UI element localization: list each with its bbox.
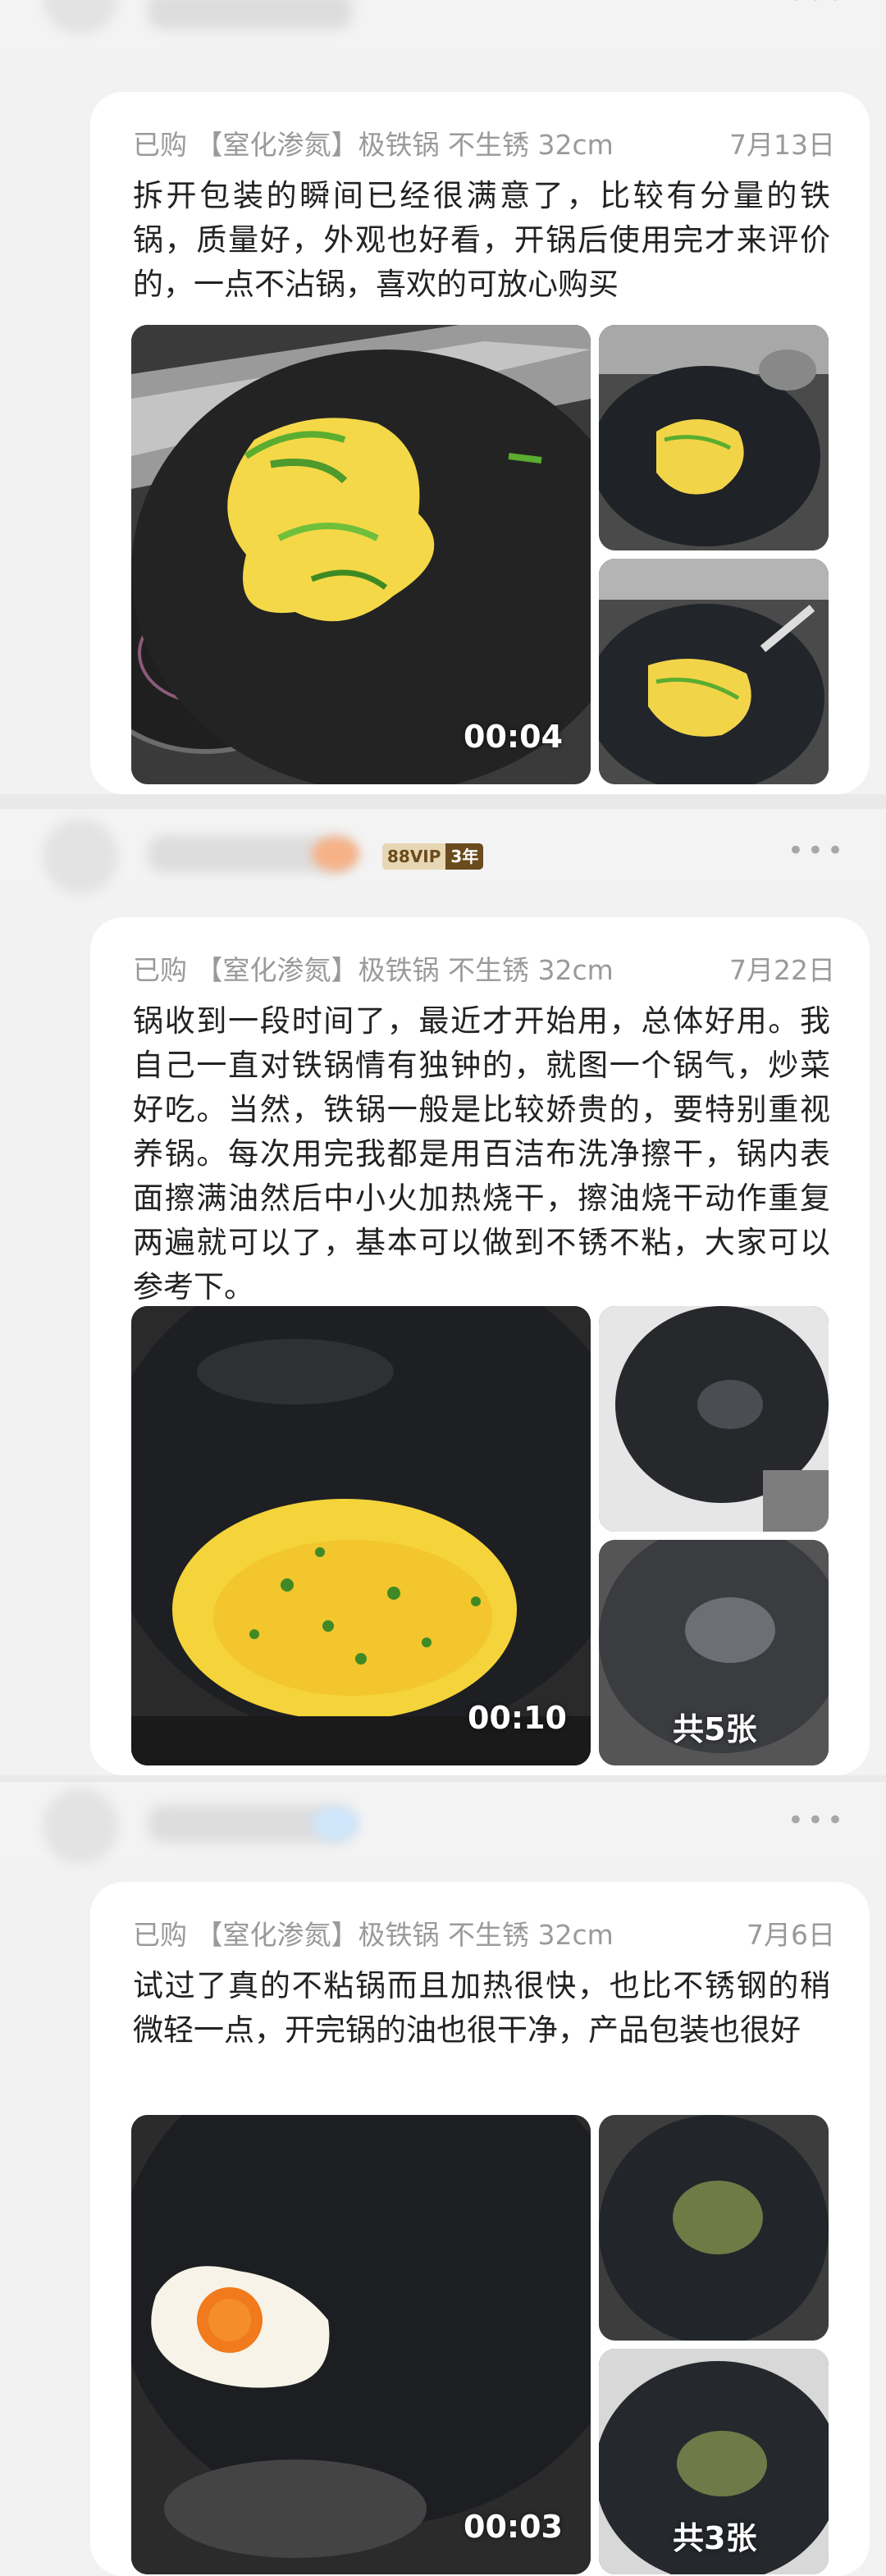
avatar[interactable] (43, 819, 118, 894)
review-photo[interactable] (599, 1306, 829, 1532)
vip-years: 3年 (445, 843, 484, 870)
review-date: 7月22日 (729, 954, 835, 986)
review-photo[interactable]: 共5张 (599, 1540, 829, 1765)
reviewer-header: ••• (0, 1782, 886, 1864)
username-blurred (148, 0, 353, 30)
review-photo[interactable] (599, 559, 829, 784)
review-date: 7月13日 (729, 129, 835, 161)
purchase-info: 已购 【窒化渗氮】极铁锅 不生锈 32cm 7月6日 (133, 1916, 835, 1954)
review-date: 7月6日 (747, 1919, 835, 1951)
omelette-image (131, 1306, 591, 1765)
review-card: 已购 【窒化渗氮】极铁锅 不生锈 32cm 7月13日 拆开包装的瞬间已经很满意… (90, 92, 870, 794)
review-text: 拆开包装的瞬间已经很满意了，比较有分量的铁锅，质量好，外观也好看，开锅后使用完才… (133, 178, 830, 302)
section-divider (0, 794, 886, 809)
review-text: 试过了真的不粘锅而且加热很快，也比不锈钢的稍微轻一点，开完锅的油也很干净，产品包… (133, 1968, 830, 2048)
purchase-info: 已购 【窒化渗氮】极铁锅 不生锈 32cm 7月22日 (133, 952, 835, 989)
wok-photo (599, 1306, 829, 1532)
level-icon (312, 1806, 359, 1841)
video-duration: 00:10 (468, 1700, 567, 1736)
review-photo[interactable] (599, 325, 829, 550)
fried-egg-image (131, 2115, 591, 2574)
video-thumbnail[interactable]: 00:10 (131, 1306, 591, 1765)
review-text: 锅收到一段时间了，最近才开始用，总体好用。我自己一直对铁锅情有独钟的，就图一个锅… (133, 1003, 830, 1304)
review-photo[interactable]: 共3张 (599, 2349, 829, 2574)
purchased-variant: 已购 【窒化渗氮】极铁锅 不生锈 32cm (133, 1919, 614, 1951)
review-card: 已购 【窒化渗氮】极铁锅 不生锈 32cm 7月6日 试过了真的不粘锅而且加热很… (90, 1882, 870, 2576)
more-dots-icon[interactable]: ••• (788, 0, 847, 11)
wok-photo (599, 325, 829, 550)
more-dots-icon[interactable]: ••• (788, 1806, 847, 1834)
media-gallery: 00:03 共3张 (131, 2115, 829, 2574)
vip-badge: 88VIP 3年 (382, 843, 484, 870)
review-card: 已购 【窒化渗氮】极铁锅 不生锈 32cm 7月22日 锅收到一段时间了，最近才… (90, 917, 870, 1775)
media-gallery: 00:04 (131, 325, 829, 784)
stir-fry-eggs-image (131, 325, 591, 784)
purchased-variant: 已购 【窒化渗氮】极铁锅 不生锈 32cm (133, 954, 614, 986)
vip-label: 88VIP (382, 843, 446, 870)
wok-photo (599, 2115, 829, 2341)
more-dots-icon[interactable]: ••• (788, 837, 847, 865)
video-duration: 00:03 (464, 2509, 563, 2545)
review-feed: ••• 已购 【窒化渗氮】极铁锅 不生锈 32cm 7月13日 拆开包装的瞬间已… (0, 0, 886, 2576)
user-row-top: ••• (0, 0, 886, 49)
photo-count: 共5张 (673, 1711, 757, 1747)
video-duration: 00:04 (464, 719, 563, 755)
media-gallery: 00:10 共5张 (131, 1306, 829, 1765)
video-thumbnail[interactable]: 00:04 (131, 325, 591, 784)
reviewer-header: 88VIP 3年 ••• (0, 812, 886, 894)
wok-photo (599, 559, 829, 784)
photo-count: 共3张 (673, 2520, 757, 2556)
review-photo[interactable] (599, 2115, 829, 2341)
avatar[interactable] (43, 0, 118, 34)
avatar[interactable] (43, 1788, 118, 1864)
video-thumbnail[interactable]: 00:03 (131, 2115, 591, 2574)
purchased-variant: 已购 【窒化渗氮】极铁锅 不生锈 32cm (133, 129, 614, 161)
purchase-info: 已购 【窒化渗氮】极铁锅 不生锈 32cm 7月13日 (133, 126, 835, 164)
level-icon (312, 837, 359, 871)
